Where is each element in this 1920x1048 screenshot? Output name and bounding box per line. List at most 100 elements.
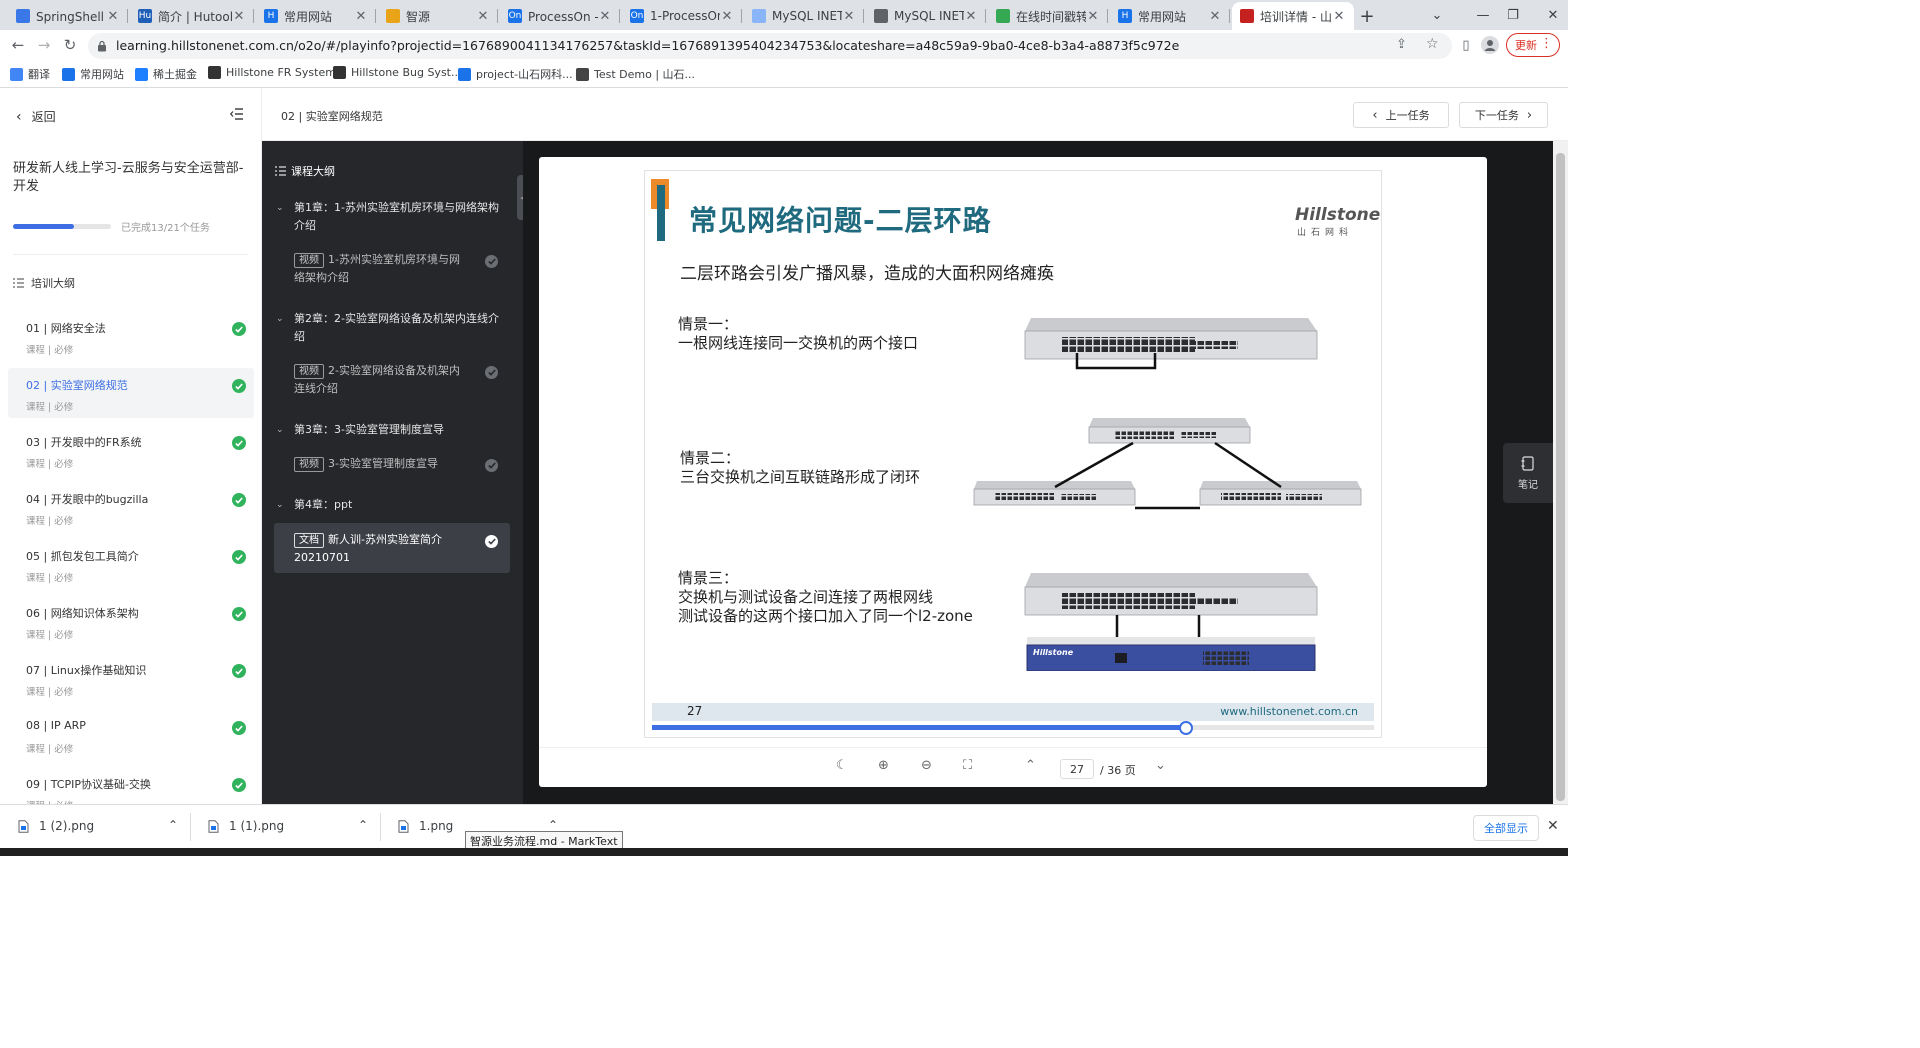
- browser-tab[interactable]: On 1-ProcessOn ✕: [622, 2, 742, 30]
- page-number-input[interactable]: 27: [1060, 759, 1094, 779]
- lesson-item[interactable]: 视频 3-实验室管理制度宣导: [294, 455, 498, 473]
- tab-title: 常用网站: [1138, 9, 1187, 24]
- bookmark-item[interactable]: Test Demo | 山石...: [576, 66, 695, 82]
- browser-tab[interactable]: 培训详情 - 山石✕: [1232, 2, 1354, 30]
- browser-tab[interactable]: MySQL INET6_✕: [866, 2, 986, 30]
- scenario-2-desc: 三台交换机之间互联链路形成了闭环: [680, 468, 921, 486]
- bookmark-item[interactable]: 常用网站: [62, 66, 124, 82]
- training-item[interactable]: 09 | TCPIP协议基础-交换课程 | 必修: [8, 767, 254, 804]
- bookmark-favicon-icon: [10, 67, 23, 81]
- chevron-up-icon[interactable]: ⌃: [358, 818, 368, 832]
- training-item-meta: 课程 | 必修: [26, 687, 74, 698]
- training-item[interactable]: 06 | 网络知识体系架构 课程 | 必修: [8, 596, 254, 646]
- collapse-menu-icon[interactable]: [230, 108, 244, 120]
- close-tab-icon[interactable]: ✕: [1208, 9, 1222, 24]
- training-item-meta: 课程 | 必修: [26, 744, 74, 755]
- slide-progress-bar[interactable]: [652, 725, 1374, 730]
- prev-task-button[interactable]: ‹ 上一任务: [1353, 102, 1449, 128]
- chevron-left-icon: ‹: [16, 108, 22, 125]
- bookmark-item[interactable]: 稀土掘金: [135, 66, 197, 82]
- training-item[interactable]: 08 | IP ARP 课程 | 必修: [8, 710, 254, 760]
- page-up-icon[interactable]: ⌃: [1025, 758, 1036, 773]
- training-item[interactable]: 01 | 网络安全法 课程 | 必修: [8, 311, 254, 361]
- chevron-up-icon[interactable]: ⌃: [168, 818, 178, 832]
- scrollbar-thumb[interactable]: [1556, 153, 1565, 801]
- course-outline-panel: 课程大纲 ◀ ⌄第1章：1-苏州实验室机房环境与网络架构介绍视频1-苏州实验室机…: [262, 141, 529, 804]
- reload-icon[interactable]: ↻: [60, 35, 80, 55]
- close-tab-icon[interactable]: ✕: [842, 9, 856, 24]
- training-item[interactable]: 04 | 开发眼中的bugzilla 课程 | 必修: [8, 482, 254, 532]
- page-down-icon[interactable]: ⌄: [1155, 758, 1166, 773]
- lesson-text: 文档 新人训-苏州实验室简介20210701: [294, 531, 470, 567]
- task-title: 02 | 实验室网络规范: [281, 110, 383, 123]
- close-tab-icon[interactable]: ✕: [598, 9, 612, 24]
- bookmark-item[interactable]: Hillstone Bug Syst...: [333, 66, 461, 79]
- training-item[interactable]: 05 | 抓包发包工具简介 课程 | 必修: [8, 539, 254, 589]
- bookmark-favicon-icon: [576, 67, 589, 81]
- download-item[interactable]: 1 (2).png ⌃: [18, 818, 178, 833]
- chevron-up-icon[interactable]: ⌃: [548, 818, 558, 832]
- bookmark-item[interactable]: project-山石网科...: [458, 66, 573, 82]
- browser-tab[interactable]: On ProcessOn - 我✕: [500, 2, 620, 30]
- lesson-item[interactable]: 文档 新人训-苏州实验室简介20210701: [294, 531, 498, 567]
- close-window-icon[interactable]: ✕: [1530, 0, 1576, 30]
- viewer-scrollbar[interactable]: [1553, 141, 1568, 804]
- back-arrow-icon[interactable]: ←: [8, 35, 28, 55]
- share-icon[interactable]: ⇪: [1396, 37, 1407, 52]
- close-tab-icon[interactable]: ✕: [1086, 9, 1100, 24]
- new-tab-button[interactable]: +: [1356, 2, 1378, 30]
- omnibox[interactable]: learning.hillstonenet.com.cn/o2o/#/playi…: [88, 33, 1452, 59]
- zoom-out-icon[interactable]: ⊖: [921, 758, 932, 773]
- next-task-button[interactable]: 下一任务 ›: [1459, 102, 1548, 128]
- downloads-bar: 1 (2).png ⌃ 1 (1).png ⌃ 1.png ⌃ 全部显示 ✕: [0, 804, 1568, 848]
- download-item[interactable]: 1.png ⌃: [398, 818, 558, 833]
- training-item-meta: 课程 | 必修: [26, 402, 74, 413]
- training-item-meta: 课程 | 必修: [26, 459, 74, 470]
- training-item[interactable]: 02 | 实验室网络规范 课程 | 必修: [8, 368, 254, 418]
- close-tab-icon[interactable]: ✕: [106, 9, 120, 24]
- tab-favicon-icon: H: [264, 9, 278, 23]
- back-link[interactable]: ‹ 返回: [16, 108, 56, 125]
- browser-tab[interactable]: SpringShell - 影✕: [8, 2, 128, 30]
- bookmark-item[interactable]: Hillstone FR System: [208, 66, 336, 79]
- fullscreen-icon[interactable]: ⛶: [963, 758, 972, 773]
- close-tab-icon[interactable]: ✕: [1332, 9, 1346, 24]
- profile-avatar-icon[interactable]: [1480, 35, 1500, 55]
- browser-tab[interactable]: H 常用网站 ✕: [1110, 2, 1230, 30]
- lesson-type-tag: 文档: [294, 533, 324, 548]
- bookmarks-bar: 翻译 常用网站 稀土掘金 Hillstone FR System Hillstone B…: [0, 60, 1568, 88]
- download-item[interactable]: 1 (1).png ⌃: [208, 818, 368, 833]
- course-title: 研发新人线上学习-云服务与安全运营部-开发: [13, 161, 244, 194]
- slide-progress-knob[interactable]: [1179, 721, 1194, 735]
- side-panel-icon[interactable]: ▯: [1456, 35, 1476, 55]
- close-downloads-icon[interactable]: ✕: [1547, 818, 1559, 834]
- training-item[interactable]: 03 | 开发眼中的FR系统 课程 | 必修: [8, 425, 254, 475]
- browser-tab[interactable]: H 常用网站 ✕: [256, 2, 376, 30]
- hillstone-logo: Hillstone: [1295, 205, 1381, 225]
- close-tab-icon[interactable]: ✕: [964, 9, 978, 24]
- lesson-text: 视频 2-实验室网络设备及机架内连线介绍: [294, 362, 470, 398]
- close-tab-icon[interactable]: ✕: [720, 9, 734, 24]
- forward-arrow-icon[interactable]: →: [34, 35, 54, 55]
- lesson-item[interactable]: 视频 1-苏州实验室机房环境与网络架构介绍: [294, 251, 498, 287]
- scenario-3-heading: 情景三：: [678, 569, 739, 587]
- bookmark-item[interactable]: 翻译: [10, 66, 50, 82]
- lesson-item[interactable]: 视频 2-实验室网络设备及机架内连线介绍: [294, 362, 498, 398]
- close-tab-icon[interactable]: ✕: [354, 9, 368, 24]
- training-item[interactable]: 07 | Linux操作基础知识 课程 | 必修: [8, 653, 254, 703]
- close-tab-icon[interactable]: ✕: [476, 9, 490, 24]
- show-all-downloads-button[interactable]: 全部显示: [1473, 815, 1539, 841]
- bookmark-star-icon[interactable]: ☆: [1426, 36, 1439, 52]
- tab-search-icon[interactable]: ⌄: [1414, 0, 1460, 30]
- tab-separator: [497, 9, 498, 23]
- tab-favicon-icon: H: [1118, 9, 1132, 23]
- browser-tab[interactable]: Hu 简介 | Hutool ✕: [130, 2, 254, 30]
- browser-tab[interactable]: MySQL INET6_✕: [744, 2, 864, 30]
- browser-tab[interactable]: 智源 ✕: [378, 2, 498, 30]
- update-button[interactable]: 更新 ⋮: [1506, 33, 1560, 57]
- zoom-in-icon[interactable]: ⊕: [878, 758, 889, 773]
- browser-tab[interactable]: 在线时间戳转换✕: [988, 2, 1108, 30]
- night-mode-icon[interactable]: ☾: [836, 758, 848, 773]
- close-tab-icon[interactable]: ✕: [232, 9, 246, 24]
- notes-button[interactable]: 笔记: [1503, 443, 1553, 503]
